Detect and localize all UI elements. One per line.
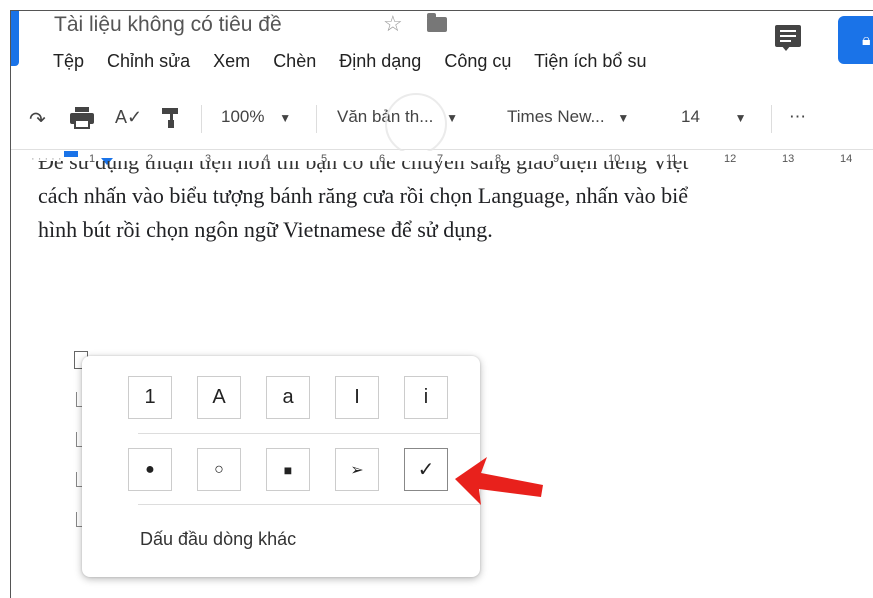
body-line-clipped: Để sử dụng thuận tiện hơn thì bạn có thể…: [38, 161, 689, 174]
document-title[interactable]: Tài liệu không có tiêu đề: [54, 13, 282, 37]
numbered-style-lower-roman[interactable]: i: [404, 376, 448, 419]
numbered-style-lower-alpha[interactable]: a: [266, 376, 310, 419]
numbered-style-upper-alpha[interactable]: A: [197, 376, 241, 419]
numbered-style-upper-roman[interactable]: I: [335, 376, 379, 419]
spellcheck-icon[interactable]: A✓: [115, 107, 142, 128]
more-bullets-link[interactable]: Dấu đầu dòng khác: [140, 529, 296, 550]
comment-icon[interactable]: [775, 25, 801, 51]
menu-insert[interactable]: Chèn: [273, 51, 316, 71]
menu-bar: Tệp Chỉnh sửa Xem Chèn Định dạng Công cụ…: [53, 51, 664, 72]
paint-format-icon[interactable]: [161, 107, 181, 134]
toolbar-divider: [201, 105, 202, 133]
print-icon[interactable]: [69, 107, 95, 134]
red-arrow-annotation-icon: [455, 457, 543, 505]
zoom-select[interactable]: 100% ▼: [221, 107, 291, 127]
redo-icon[interactable]: ↷: [29, 107, 46, 132]
bullet-square-icon[interactable]: ■: [266, 448, 310, 491]
share-button[interactable]: 🔒︎: [838, 16, 873, 64]
body-line: hình bút rồi chọn ngôn ngữ Vietnamese để…: [38, 217, 493, 242]
more-options-icon[interactable]: ⋯: [789, 107, 806, 127]
lock-icon: 🔒︎: [862, 32, 871, 49]
font-size-select[interactable]: 14 ▼: [681, 107, 747, 127]
toolbar-divider: [316, 105, 317, 133]
document-body[interactable]: Để sử dụng thuận tiện hơn thì bạn có thể…: [38, 161, 873, 247]
bullet-style-menu: 1 A a I i ● ○ ■ ➢ ✓ Dấu đầu dòng khác: [82, 356, 480, 577]
watermark-logo: [385, 93, 447, 155]
star-icon[interactable]: ☆: [383, 11, 403, 37]
numbered-style-1[interactable]: 1: [128, 376, 172, 419]
menu-divider: [138, 433, 480, 434]
menu-format[interactable]: Định dạng: [339, 51, 421, 71]
menu-addons[interactable]: Tiện ích bổ su: [534, 51, 646, 71]
docs-logo-icon: [11, 11, 19, 66]
ruler-indent-marker[interactable]: [64, 151, 78, 157]
menu-divider: [138, 504, 480, 505]
folder-icon[interactable]: [427, 13, 447, 32]
docs-window: Tài liệu không có tiêu đề ☆ Tệp Chỉnh sử…: [10, 10, 873, 598]
bullet-checkmark-icon[interactable]: ✓: [404, 448, 448, 491]
font-select[interactable]: Times New... ▼: [507, 107, 629, 127]
menu-file[interactable]: Tệp: [53, 51, 84, 71]
menu-view[interactable]: Xem: [213, 51, 250, 71]
toolbar-divider: [771, 105, 772, 133]
menu-edit[interactable]: Chỉnh sửa: [107, 51, 190, 71]
bullet-hollow-circle-icon[interactable]: ○: [197, 448, 241, 491]
menu-tools[interactable]: Công cụ: [444, 51, 511, 71]
body-line: cách nhấn vào biểu tượng bánh răng cưa r…: [38, 183, 689, 208]
bullet-arrow-icon[interactable]: ➢: [335, 448, 379, 491]
bullet-filled-circle-icon[interactable]: ●: [128, 448, 172, 491]
